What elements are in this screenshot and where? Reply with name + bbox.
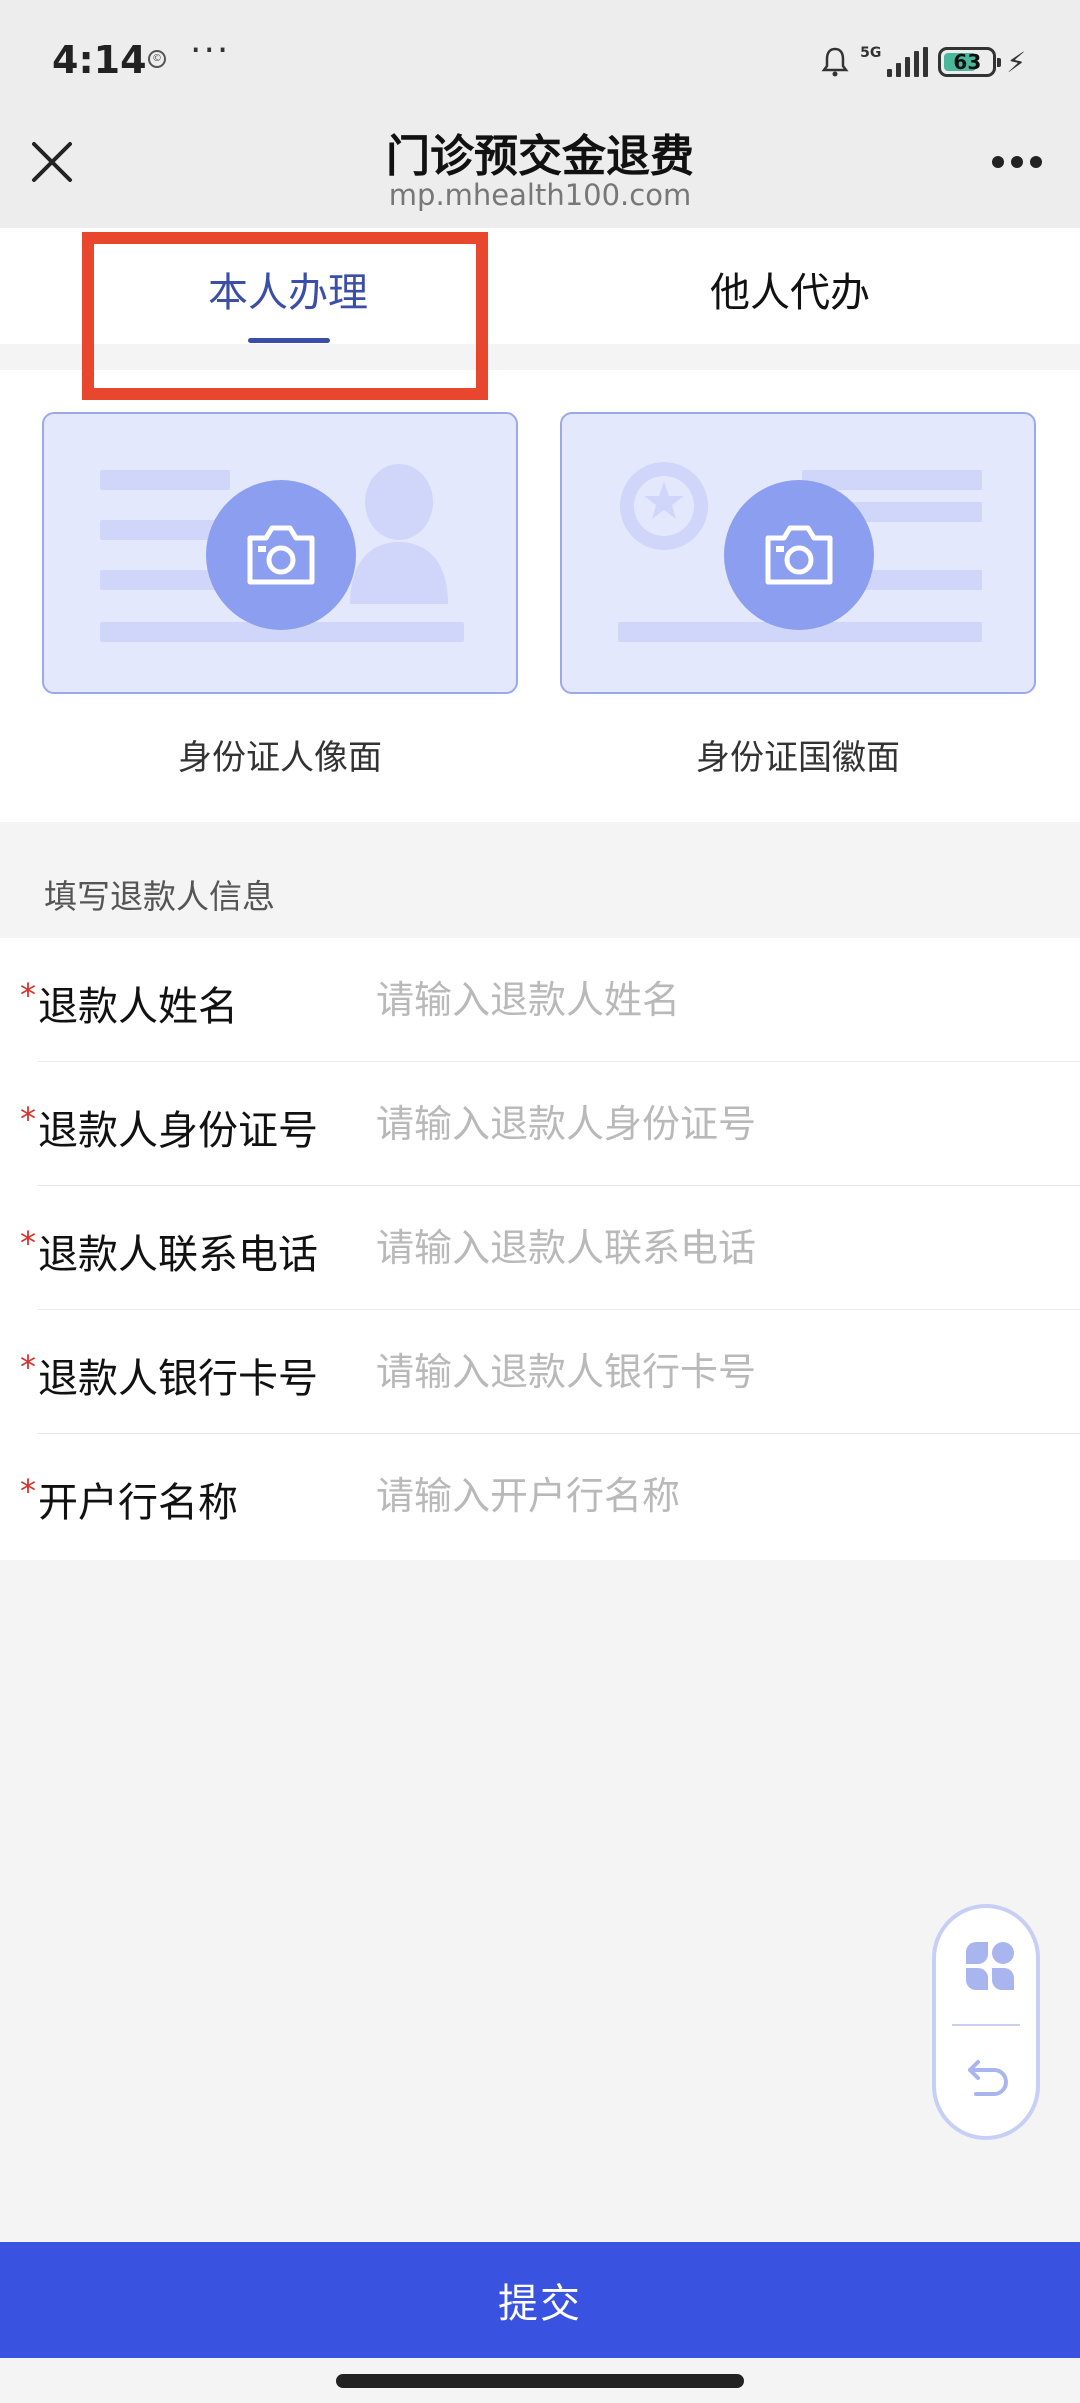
battery-icon: 63 [938,47,1002,77]
refund-phone-input[interactable] [376,1210,1036,1286]
page-domain: mp.mhealth100.com [388,178,692,212]
form-row-bank-name: * 开户行名称 [0,1434,1080,1558]
camera-button[interactable] [724,480,874,630]
refund-id-number-input[interactable] [376,1086,1036,1162]
required-mark: * [20,1472,36,1510]
id-front-caption: 身份证人像面 [178,738,382,778]
required-mark: * [20,976,36,1014]
id-front-upload[interactable] [42,412,518,694]
form-row-phone: * 退款人联系电话 [0,1186,1080,1310]
bank-name-input[interactable] [376,1458,1036,1534]
id-back-upload[interactable] [560,412,1036,694]
id-upload-section: 身份证人像面 身份证国徽面 [0,370,1080,822]
tab-proxy-handle[interactable]: 他人代办 [710,260,870,318]
highlight-annotation-box [82,232,488,400]
required-mark: * [20,1100,36,1138]
id-back-caption: 身份证国徽面 [696,738,900,778]
camera-icon [765,525,833,585]
required-mark: * [20,1348,36,1386]
divider [952,2024,1020,2026]
nav-bar: 门诊预交金退费 mp.mhealth100.com [0,120,1080,228]
field-label: 开户行名称 [38,1480,238,1526]
field-label: 退款人联系电话 [38,1232,318,1278]
bell-icon [821,47,849,77]
portrait-silhouette-icon [350,464,448,604]
refund-form: * 退款人姓名 * 退款人身份证号 * 退款人联系电话 * 退款人银行卡号 * … [0,938,1080,1560]
charging-icon: ⚡ [1006,45,1026,79]
network-type-label: 5G [860,45,882,61]
field-label: 退款人银行卡号 [38,1356,318,1402]
page-title: 门诊预交金退费 [386,131,694,182]
home-indicator[interactable] [336,2374,744,2388]
form-section-title: 填写退款人信息 [44,877,275,916]
more-icon[interactable] [992,156,1042,170]
status-time: 4:14 [52,38,147,82]
back-arrow-icon[interactable] [964,2052,1014,2102]
form-row-id-number: * 退款人身份证号 [0,1062,1080,1186]
overflow-notifications-icon: ··· [190,30,231,71]
required-mark: * [20,1224,36,1262]
field-label: 退款人姓名 [38,984,238,1030]
status-indicators: 5G 63 ⚡ [820,42,1026,82]
refund-bank-card-input[interactable] [376,1334,1036,1410]
refund-name-input[interactable] [376,962,1036,1038]
form-row-bank-card: * 退款人银行卡号 [0,1310,1080,1434]
field-label: 退款人身份证号 [38,1108,318,1154]
status-bar: 4:14 © ··· 5G 63 ⚡ [0,0,1080,120]
camera-button[interactable] [206,480,356,630]
notification-icon: © [148,50,166,68]
battery-level: 63 [953,50,982,74]
floating-toolbar [932,1904,1040,2140]
form-row-name: * 退款人姓名 [0,938,1080,1062]
submit-button[interactable]: 提交 [0,2242,1080,2358]
clover-icon[interactable] [962,1938,1018,1994]
camera-icon [247,525,315,585]
signal-icon [887,47,929,77]
card-placeholder-line [100,470,230,490]
national-emblem-icon [620,462,708,550]
